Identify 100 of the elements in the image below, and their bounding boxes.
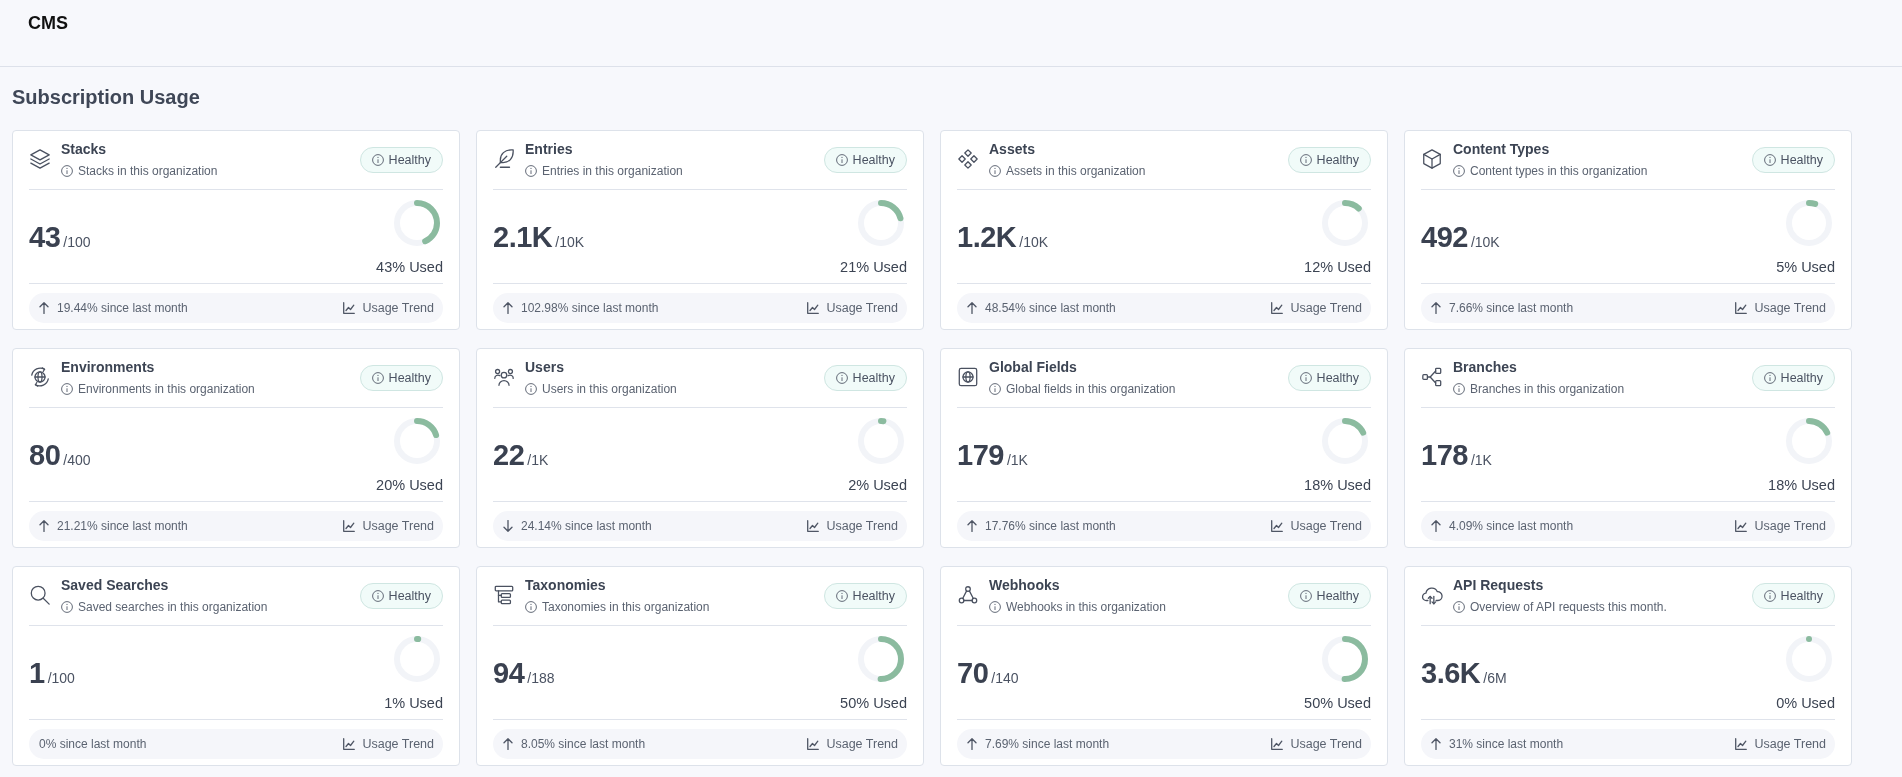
trend-text: 4.09% since last month xyxy=(1449,519,1574,533)
usage-percent: 43% Used xyxy=(376,258,443,276)
line-chart-icon xyxy=(807,302,820,314)
info-icon xyxy=(1453,601,1465,613)
info-icon xyxy=(371,589,384,602)
usage-limit: /10K xyxy=(1019,234,1049,250)
usage-value: 492 xyxy=(1421,221,1468,254)
usage-value: 3.6K xyxy=(1421,657,1481,690)
status-text: Healthy xyxy=(1316,588,1359,603)
hierarchy-icon xyxy=(493,584,515,606)
usage-percent: 1% Used xyxy=(384,694,443,712)
status-text: Healthy xyxy=(852,152,895,167)
usage-ring xyxy=(858,200,904,246)
info-icon xyxy=(371,153,384,166)
trend-text: 8.05% since last month xyxy=(521,737,646,751)
info-icon xyxy=(989,165,1001,177)
trend-text: 48.54% since last month xyxy=(985,301,1116,315)
card-description: Environments in this organization xyxy=(78,381,255,397)
usage-trend-button[interactable]: Usage Trend xyxy=(1271,519,1362,533)
usage-value: 80 xyxy=(29,439,61,472)
usage-limit: /400 xyxy=(63,452,91,468)
status-text: Healthy xyxy=(1780,152,1823,167)
info-icon xyxy=(1299,153,1312,166)
info-icon xyxy=(989,601,1001,613)
status-text: Healthy xyxy=(1780,588,1823,603)
line-chart-icon xyxy=(1735,520,1748,532)
usage-percent: 18% Used xyxy=(1768,476,1835,494)
usage-trend-button[interactable]: Usage Trend xyxy=(807,737,898,751)
line-chart-icon xyxy=(1271,738,1284,750)
usage-value: 94 xyxy=(493,657,525,690)
usage-trend-button[interactable]: Usage Trend xyxy=(807,519,898,533)
usage-value: 178 xyxy=(1421,439,1468,472)
info-icon xyxy=(1299,589,1312,602)
card-description: Assets in this organization xyxy=(1006,163,1146,179)
info-icon xyxy=(1299,371,1312,384)
status-text: Healthy xyxy=(852,588,895,603)
usage-percent: 50% Used xyxy=(840,694,907,712)
diamonds-icon xyxy=(957,148,979,170)
usage-ring xyxy=(1322,200,1368,246)
usage-percent: 5% Used xyxy=(1776,258,1835,276)
card-title: Content Types xyxy=(1453,140,1551,158)
status-text: Healthy xyxy=(1780,370,1823,385)
usage-percent: 12% Used xyxy=(1304,258,1371,276)
trend-text: 7.66% since last month xyxy=(1449,301,1574,315)
usage-ring xyxy=(858,636,904,682)
usage-ring xyxy=(394,636,440,682)
line-chart-icon xyxy=(1271,302,1284,314)
feather-icon xyxy=(493,148,515,170)
usage-trend-button[interactable]: Usage Trend xyxy=(343,737,434,751)
globe-frame-icon xyxy=(957,366,979,388)
status-text: Healthy xyxy=(1316,152,1359,167)
card-description: Overview of API requests this month. xyxy=(1470,599,1667,615)
usage-limit: /100 xyxy=(63,234,91,250)
info-icon xyxy=(835,153,848,166)
card-description: Saved searches in this organization xyxy=(78,599,268,615)
card-title: Users xyxy=(525,358,565,376)
usage-trend-button[interactable]: Usage Trend xyxy=(343,301,434,315)
trend-text: 31% since last month xyxy=(1449,737,1564,751)
usage-trend-button[interactable]: Usage Trend xyxy=(1735,737,1826,751)
trend-text: 7.69% since last month xyxy=(985,737,1110,751)
usage-value: 22 xyxy=(493,439,525,472)
usage-value: 1.2K xyxy=(957,221,1017,254)
usage-percent: 20% Used xyxy=(376,476,443,494)
trend-text: 17.76% since last month xyxy=(985,519,1116,533)
line-chart-icon xyxy=(807,520,820,532)
card-description: Stacks in this organization xyxy=(78,163,218,179)
usage-trend-button[interactable]: Usage Trend xyxy=(1735,301,1826,315)
trend-text: 24.14% since last month xyxy=(521,519,652,533)
info-icon xyxy=(525,601,537,613)
trend-text: 0% since last month xyxy=(39,737,147,751)
usage-ring xyxy=(1786,200,1832,246)
trend-text: 19.44% since last month xyxy=(57,301,188,315)
line-chart-icon xyxy=(1735,738,1748,750)
card-title: Stacks xyxy=(61,140,108,158)
card-description: Entries in this organization xyxy=(542,163,683,179)
usage-ring xyxy=(394,418,440,464)
status-text: Healthy xyxy=(388,370,431,385)
usage-limit: /140 xyxy=(991,670,1019,686)
card-title: Assets xyxy=(989,140,1036,158)
usage-ring xyxy=(1786,636,1832,682)
info-icon xyxy=(835,371,848,384)
usage-limit: /1K xyxy=(1006,452,1028,468)
app-title: CMS xyxy=(28,13,68,33)
usage-limit: /188 xyxy=(527,670,555,686)
card-description: Users in this organization xyxy=(542,381,677,397)
usage-limit: /10K xyxy=(555,234,585,250)
usage-trend-button[interactable]: Usage Trend xyxy=(1271,737,1362,751)
info-icon xyxy=(1453,165,1465,177)
usage-trend-button[interactable]: Usage Trend xyxy=(807,301,898,315)
usage-ring xyxy=(1786,418,1832,464)
usage-percent: 50% Used xyxy=(1304,694,1371,712)
card-title: Global Fields xyxy=(989,358,1078,376)
usage-percent: 2% Used xyxy=(848,476,907,494)
usage-trend-button[interactable]: Usage Trend xyxy=(343,519,434,533)
usage-trend-button[interactable]: Usage Trend xyxy=(1271,301,1362,315)
usage-trend-button[interactable]: Usage Trend xyxy=(1735,519,1826,533)
info-icon xyxy=(61,165,73,177)
info-icon xyxy=(1763,153,1776,166)
cloud-arrows-icon xyxy=(1421,584,1443,606)
info-icon xyxy=(1453,383,1465,395)
